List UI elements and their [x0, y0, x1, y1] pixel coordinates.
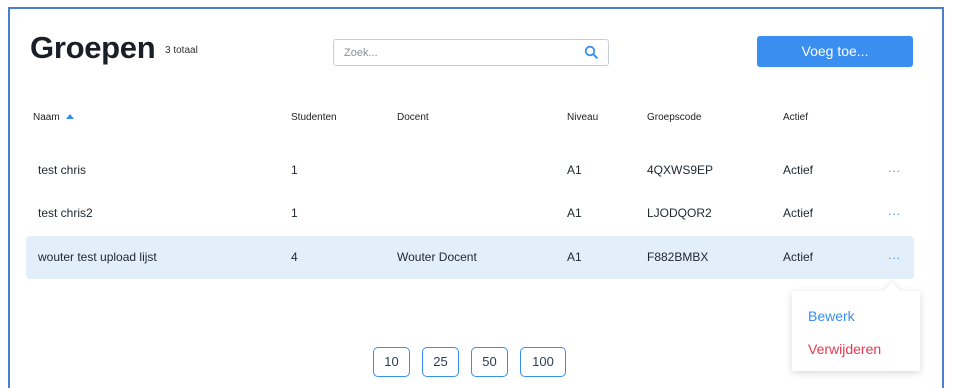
column-header-docent[interactable]: Docent — [397, 112, 429, 123]
cell-students: 4 — [291, 250, 298, 264]
table-row[interactable]: test chris 1 A1 4QXWS9EP Actief ... — [26, 149, 914, 191]
column-header-niveau[interactable]: Niveau — [567, 112, 598, 123]
cell-students: 1 — [291, 206, 298, 220]
page-size-50-button[interactable]: 50 — [471, 347, 508, 377]
table-row-selected[interactable]: wouter test upload lijst 4 Wouter Docent… — [26, 236, 914, 279]
search-input[interactable] — [334, 40, 584, 65]
cell-name: wouter test upload lijst — [38, 250, 157, 264]
total-count: 3 totaal — [165, 45, 198, 56]
column-header-label: Naam — [33, 112, 60, 123]
search-icon[interactable] — [584, 45, 598, 59]
edit-menu-item[interactable]: Bewerk — [808, 308, 855, 324]
more-options-icon[interactable]: ... — [888, 161, 901, 175]
search-box[interactable] — [333, 39, 609, 66]
cell-teacher: Wouter Docent — [397, 250, 477, 264]
cell-level: A1 — [567, 163, 582, 177]
column-header-actief[interactable]: Actief — [783, 112, 808, 123]
page-size-100-button[interactable]: 100 — [520, 347, 566, 377]
delete-menu-item[interactable]: Verwijderen — [808, 341, 881, 357]
cell-level: A1 — [567, 206, 582, 220]
cell-level: A1 — [567, 250, 582, 264]
row-context-menu: Bewerk Verwijderen — [792, 282, 920, 371]
table-row[interactable]: test chris2 1 A1 LJODQOR2 Actief ... — [26, 192, 914, 234]
add-group-button[interactable]: Voeg toe... — [757, 36, 913, 67]
cell-name: test chris2 — [38, 206, 93, 220]
more-options-icon[interactable]: ... — [888, 248, 901, 262]
cell-code: LJODQOR2 — [647, 206, 712, 220]
cell-active: Actief — [783, 250, 814, 264]
page-size-25-button[interactable]: 25 — [422, 347, 459, 377]
cell-students: 1 — [291, 163, 298, 177]
more-options-icon[interactable]: ... — [888, 204, 901, 218]
sort-ascending-icon — [65, 114, 74, 119]
cell-name: test chris — [38, 163, 87, 177]
column-header-groepscode[interactable]: Groepscode — [647, 112, 701, 123]
page-title: Groepen — [30, 30, 156, 65]
column-header-studenten[interactable]: Studenten — [291, 112, 337, 123]
cell-active: Actief — [783, 163, 814, 177]
cell-active: Actief — [783, 206, 814, 220]
cell-code: 4QXWS9EP — [647, 163, 714, 177]
page-size-10-button[interactable]: 10 — [373, 347, 410, 377]
column-header-naam[interactable]: Naam — [33, 112, 74, 123]
cell-code: F882BMBX — [647, 250, 709, 264]
